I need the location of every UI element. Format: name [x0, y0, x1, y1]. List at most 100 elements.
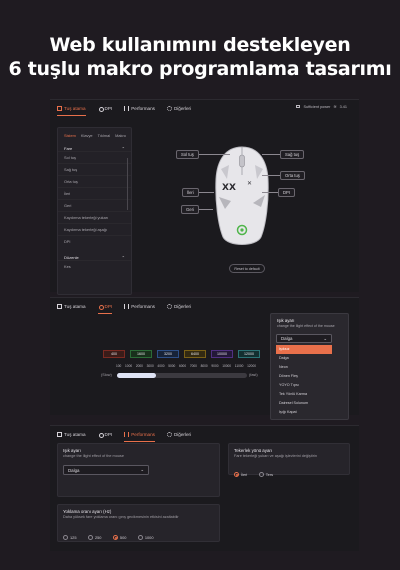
scroll-option-reverse[interactable]: Ters [258, 472, 273, 477]
light-card-title: Işık ayarı [63, 448, 81, 453]
tab-key-assignment[interactable]: Tuş atama [57, 301, 86, 311]
dpi-chip-6[interactable]: 12000 [238, 350, 260, 358]
light-option[interactable]: Dönen Fleş [276, 372, 332, 381]
tab-dpi[interactable]: DPI [97, 301, 112, 314]
dpi-chip-2[interactable]: 1600 [130, 350, 152, 358]
performance-icon [124, 105, 130, 111]
dpi-tick: 8000 [200, 364, 208, 368]
callout-right-button[interactable]: Sağ tuş [280, 150, 305, 159]
select-value: Dalga [281, 336, 293, 341]
tab-label: Diğerleri [173, 431, 192, 437]
light-mode-options: Işıksız Dalga Neon Dönen Fleş YOYO Tıpsı… [276, 345, 332, 417]
radio-label: 500 [119, 535, 127, 540]
version-label: 3.41 [339, 104, 347, 109]
dpi-tick: 4000 [157, 364, 165, 368]
sidebar-item[interactable]: Kes [58, 260, 131, 272]
dpi-tick: 5000 [168, 364, 176, 368]
wifi-icon: ≋ [333, 105, 337, 109]
grid-icon [57, 303, 62, 309]
sidebar-item[interactable]: Geri [58, 199, 131, 211]
dpi-chip-4[interactable]: 6400 [184, 350, 206, 358]
tab-performance[interactable]: Performans [124, 301, 155, 311]
tab-dpi[interactable]: DPI [98, 429, 113, 439]
dpi-chip-1[interactable]: 400 [103, 350, 125, 358]
tab-others[interactable]: Diğerleri [166, 103, 191, 113]
dpi-scale: 100 1000 2000 3000 4000 5000 6000 7000 8000 9000 1… [116, 364, 256, 368]
callout-back-button[interactable]: Geri [181, 205, 199, 214]
dpi-tick: 1000 [125, 364, 133, 368]
light-option[interactable]: Işıksız [276, 345, 332, 354]
sidebar-tab-multimedia[interactable]: Tıklmal [98, 133, 111, 138]
light-option[interactable]: Işığı Kapat [276, 408, 332, 417]
dpi-tick: 10000 [222, 364, 232, 368]
light-option[interactable]: Neon [276, 363, 332, 372]
scroll-option-forward[interactable]: İleri [234, 472, 247, 477]
sidebar-item[interactable]: Sol tuş [58, 151, 131, 163]
dpi-tick: 12000 [247, 364, 256, 368]
polling-option-250[interactable]: 250 [87, 535, 102, 540]
hero-line-1: Web kullanımını destekleyen [49, 34, 351, 56]
tab-key-assignment[interactable]: Tuş atama [57, 103, 86, 116]
light-option[interactable]: Tek Yönlü Karma [276, 390, 332, 399]
polling-rate-card: Yoklama oranı ayarı (Hz) Daha yüksek far… [57, 504, 220, 542]
callout-dpi-button[interactable]: DPI [278, 188, 295, 197]
light-card-select[interactable]: Dalga ⌄ [63, 465, 149, 475]
light-option[interactable]: Dalga [276, 354, 332, 363]
sidebar: Sistem Klavye Tıklmal Makro Fare ⌃ Sol tu… [57, 127, 132, 295]
sidebar-tabs: Sistem Klavye Tıklmal Makro [58, 128, 131, 138]
dpi-fast-label: (fast) [249, 373, 258, 377]
callout-line [262, 175, 282, 176]
sidebar-item[interactable]: Kaydırma tekerleği yukarı [58, 211, 131, 223]
callout-forward-button[interactable]: İleri [182, 188, 199, 197]
dpi-slider[interactable] [117, 373, 247, 378]
tab-dpi[interactable]: DPI [98, 103, 112, 113]
polling-option-1000[interactable]: 1000 [137, 535, 154, 540]
dpi-slow-label: (Slow) [101, 373, 112, 377]
sidebar-item[interactable]: Orta tuş [58, 175, 131, 187]
tab-label: Diğerleri [173, 303, 192, 309]
panel-performance: Tuş atama DPI Performans Diğerleri Işık … [50, 425, 359, 551]
polling-option-500[interactable]: 500 [112, 535, 127, 540]
tab-performance[interactable]: Performans [124, 429, 155, 442]
panel-key-assignment: Tuş atama DPI Performans Diğerleri Suffi… [50, 99, 359, 295]
dpi-icon [98, 106, 104, 112]
sidebar-scrollbar[interactable] [126, 158, 128, 210]
polling-radio-group: 125 250 500 1000 [63, 527, 161, 545]
tab-label: Performans [131, 303, 155, 309]
light-mode-select[interactable]: Dalga ⌄ [276, 334, 332, 343]
dpi-tick: 6000 [179, 364, 187, 368]
sidebar-item[interactable]: DPI [58, 235, 131, 247]
tab-others[interactable]: Diğerleri [166, 301, 192, 311]
select-value: Dalga [68, 467, 80, 473]
sidebar-item[interactable]: Kaydırma tekerleği aşağı [58, 223, 131, 235]
tab-label: Tuş atama [64, 303, 86, 309]
light-option[interactable]: Dairesel Solunum [276, 399, 332, 408]
tab-label: DPI [104, 431, 113, 437]
tab-others[interactable]: Diğerleri [166, 429, 192, 439]
callout-left-button[interactable]: Sol tuş [176, 150, 199, 159]
callout-middle-button[interactable]: Orta tuş [280, 171, 305, 180]
sidebar-item[interactable]: Sağ tuş [58, 163, 131, 175]
tab-key-assignment[interactable]: Tuş atama [57, 429, 86, 439]
dpi-chip-5[interactable]: 10000 [211, 350, 233, 358]
dpi-tick: 11000 [234, 364, 244, 368]
tab-performance[interactable]: Performans [124, 103, 155, 113]
grid-icon [57, 105, 62, 111]
status-bar: Sufficient power ≋ 3.41 [296, 104, 347, 109]
light-option[interactable]: YOYO Tıpsı [276, 381, 332, 390]
dpi-chip-3[interactable]: 3200 [157, 350, 179, 358]
reset-default-button[interactable]: Reset to default [229, 264, 265, 273]
sidebar-tab-macro[interactable]: Makro [115, 133, 126, 138]
tab-bar: Tuş atama DPI Performans Diğerleri [50, 298, 359, 314]
sidebar-item[interactable]: İleri [58, 187, 131, 199]
svg-text:XX: XX [222, 183, 236, 193]
chevron-up-icon: ⌃ [121, 146, 125, 151]
sidebar-tab-keyboard[interactable]: Klavye [81, 133, 93, 138]
light-setting-card: Işık ayarı change the llight effect of t… [57, 443, 220, 497]
radio-label: 250 [94, 535, 102, 540]
tab-label: Performans [131, 431, 155, 437]
hero-line-2: 6 tuşlu makro programlama tasarımı [8, 58, 392, 80]
polling-option-125[interactable]: 125 [63, 535, 77, 540]
sidebar-tab-system[interactable]: Sistem [64, 133, 76, 138]
section-label: Düzenle [64, 255, 79, 260]
